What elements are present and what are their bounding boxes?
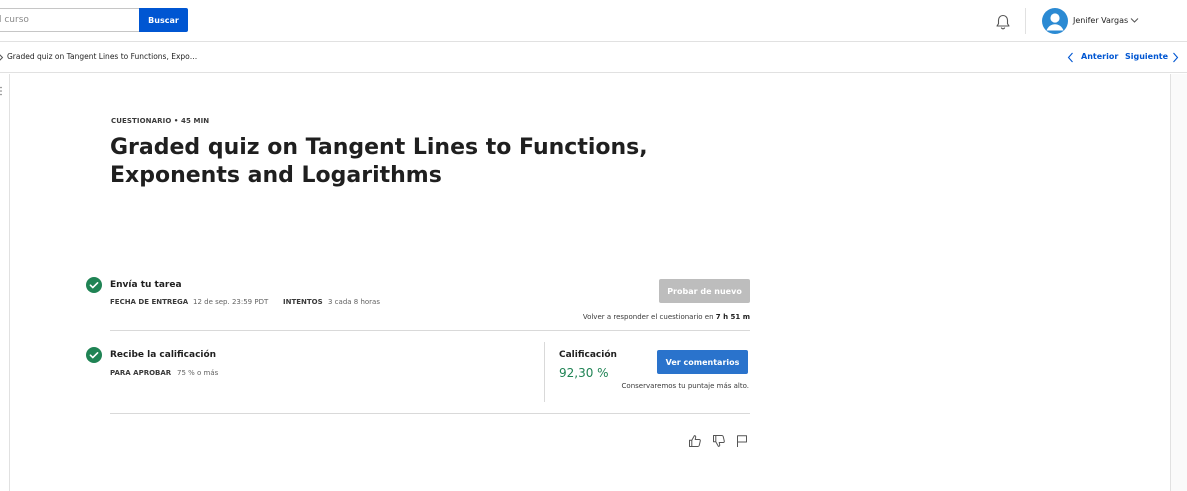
next-link[interactable]: Siguiente <box>1125 52 1168 61</box>
search-button[interactable]: Buscar <box>139 8 188 32</box>
view-feedback-button[interactable]: Ver comentarios <box>657 350 748 374</box>
avatar-icon[interactable] <box>1042 8 1068 34</box>
check-circle-icon <box>86 277 102 293</box>
header-divider <box>1025 8 1026 34</box>
bell-icon[interactable] <box>994 13 1012 31</box>
retry-note: Volver a responder el cuestionario en 7 … <box>520 313 750 321</box>
scrollbar-track[interactable] <box>1170 74 1187 491</box>
grade-label: Calificación <box>559 350 617 360</box>
grade-step-title: Recibe la calificación <box>110 350 217 360</box>
chevron-right-icon <box>0 54 4 61</box>
pass-label: PARA APROBAR <box>110 369 172 377</box>
thumbs-down-icon[interactable] <box>712 434 726 448</box>
attempts-label: INTENTOS <box>283 298 323 306</box>
chevron-left-icon[interactable] <box>1067 52 1074 63</box>
grade-divider <box>544 342 545 402</box>
user-name[interactable]: Jenifer Vargas <box>1073 16 1128 25</box>
pass-value: 75 % o más <box>177 369 219 377</box>
submit-step-title: Envía tu tarea <box>110 280 182 290</box>
thumbs-up-icon[interactable] <box>688 434 702 448</box>
due-date-value: 12 de sep. 23:59 PDT <box>193 298 269 306</box>
section-divider <box>110 330 750 331</box>
search-input[interactable] <box>0 8 139 32</box>
left-rail <box>0 74 10 491</box>
chevron-right-icon[interactable] <box>1172 52 1179 63</box>
section-divider <box>110 413 750 414</box>
highest-score-note: Conservaremos tu puntaje más alto. <box>621 382 749 390</box>
retry-note-time: 7 h 51 m <box>715 313 750 321</box>
page-title: Graded quiz on Tangent Lines to Function… <box>110 135 648 188</box>
due-date-label: FECHA DE ENTREGA <box>110 298 189 306</box>
flag-icon[interactable] <box>735 434 749 448</box>
retry-button[interactable]: Probar de nuevo <box>659 279 750 303</box>
menu-dots-icon[interactable] <box>0 86 3 96</box>
check-circle-icon <box>86 347 102 363</box>
breadcrumb: Graded quiz on Tangent Lines to Function… <box>0 43 1187 73</box>
grade-value: 92,30 % <box>559 366 609 380</box>
quiz-meta: CUESTIONARIO • 45 MIN <box>111 117 210 125</box>
previous-link[interactable]: Anterior <box>1081 52 1118 61</box>
retry-note-text: Volver a responder el cuestionario en <box>582 313 714 321</box>
top-header: Buscar Jenifer Vargas <box>0 0 1187 42</box>
attempts-value: 3 cada 8 horas <box>328 298 380 306</box>
breadcrumb-item[interactable]: Graded quiz on Tangent Lines to Function… <box>7 52 197 61</box>
chevron-down-icon[interactable] <box>1130 17 1139 24</box>
